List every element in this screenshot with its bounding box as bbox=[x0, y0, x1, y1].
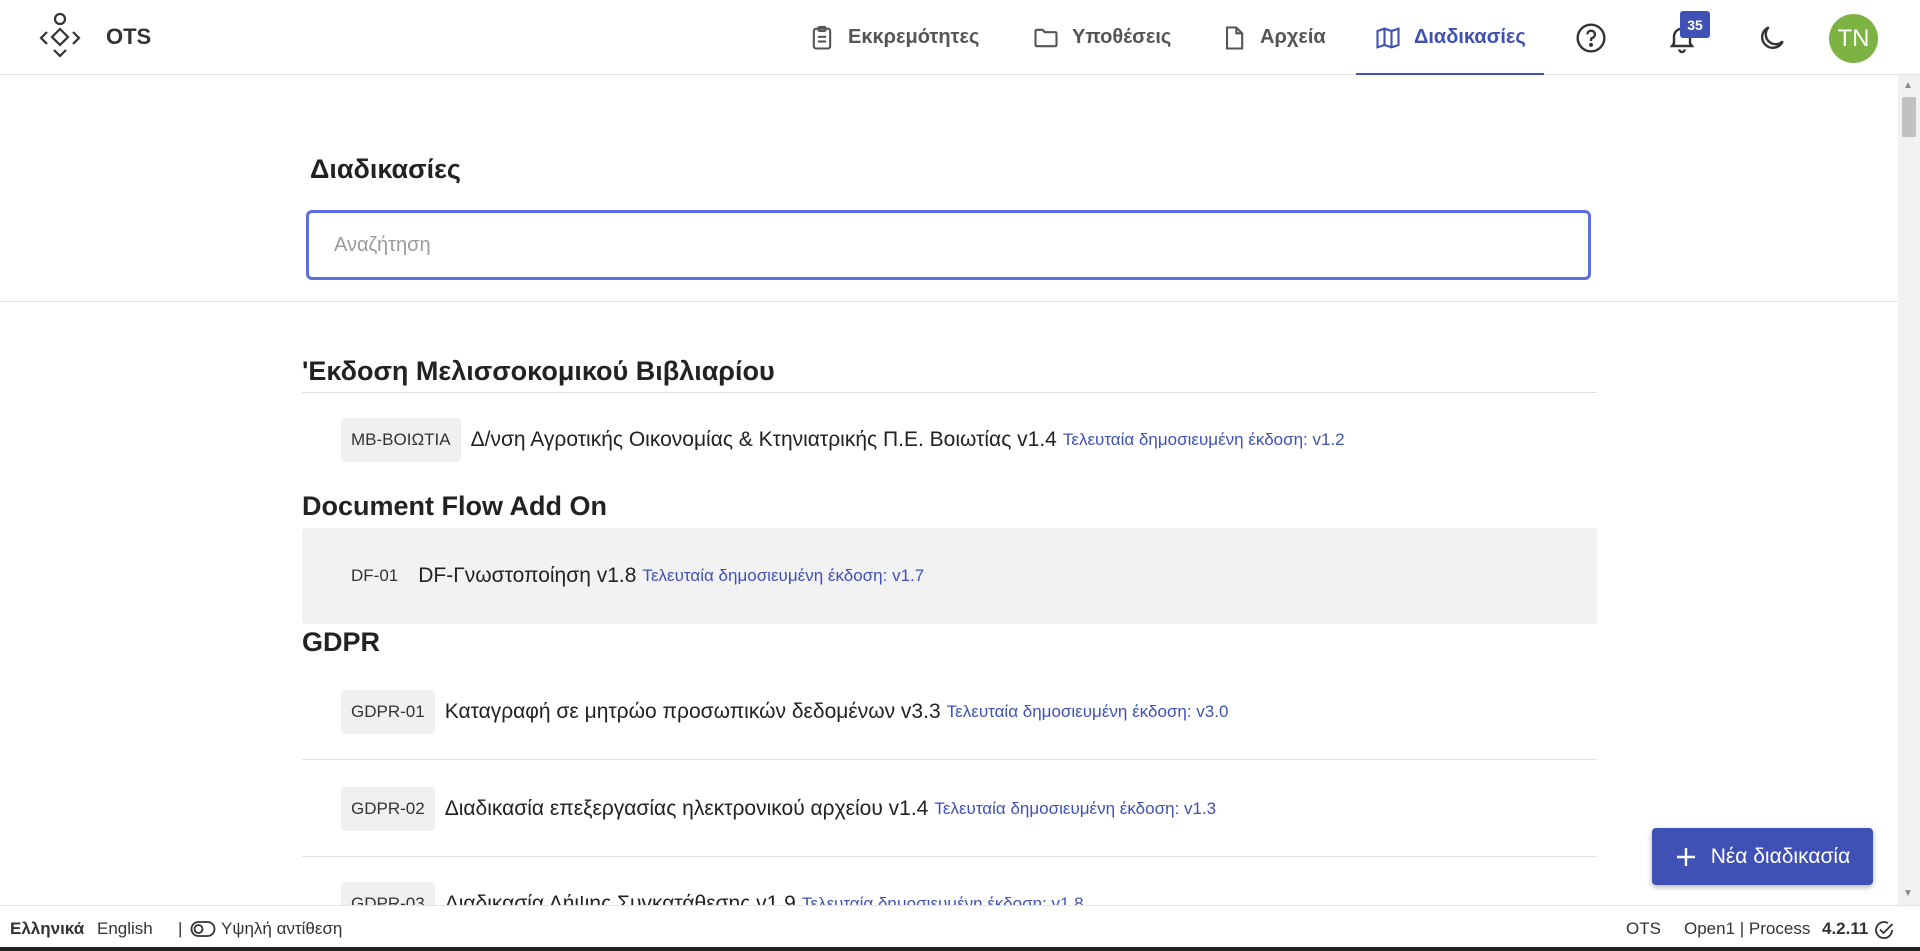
process-code: GDPR-01 bbox=[341, 690, 435, 734]
app-version: 4.2.11 bbox=[1822, 919, 1869, 938]
process-code: ΜΒ-ΒΟΙΩΤΙΑ bbox=[341, 418, 461, 462]
vertical-scrollbar[interactable] bbox=[1898, 75, 1920, 905]
toggle-icon[interactable] bbox=[190, 919, 216, 939]
footer-separator: | bbox=[178, 919, 183, 938]
nav-cases[interactable]: Υποθέσεις bbox=[1032, 0, 1171, 75]
top-header: OTS Εκκρεμότητες Υποθέσεις Αρχεία Διαδικ… bbox=[0, 0, 1920, 75]
nav-files-label: Αρχεία bbox=[1260, 26, 1326, 48]
scroll-up-arrow-icon[interactable]: ▲ bbox=[1903, 80, 1913, 91]
process-name: Δ/νση Αγροτικής Οικονομίας & Κτηνιατρική… bbox=[470, 428, 1057, 451]
footer-product: Open1 | Process bbox=[1684, 919, 1811, 938]
footer-bottom-bar bbox=[0, 947, 1920, 951]
process-row[interactable]: GDPR-02 Διαδικασία επεξεργασίας ηλεκτρον… bbox=[302, 786, 1597, 832]
published-version: Τελευταία δημοσιευμένη έκδοση: v1.7 bbox=[642, 566, 925, 585]
process-row[interactable]: DF-01 DF-Γνωστοποίηση v1.8 Τελευταία δημ… bbox=[302, 528, 1597, 624]
process-name: Καταγραφή σε μητρώο προσωπικών δεδομένων… bbox=[444, 700, 941, 723]
search-divider bbox=[0, 301, 1898, 302]
clipboard-icon bbox=[812, 25, 832, 50]
published-version: Τελευταία δημοσιευμένη έκδοση: v3.0 bbox=[946, 702, 1229, 721]
nav-files[interactable]: Αρχεία bbox=[1220, 0, 1326, 75]
map-icon bbox=[1376, 26, 1400, 49]
folder-icon bbox=[1034, 28, 1058, 47]
nav-cases-label: Υποθέσεις bbox=[1072, 26, 1172, 48]
footer-ots: OTS bbox=[1626, 919, 1661, 938]
new-process-label: Νέα διαδικασία bbox=[1710, 844, 1851, 868]
language-greek[interactable]: Ελληνικά bbox=[10, 919, 84, 939]
plus-icon bbox=[1676, 847, 1695, 866]
row-divider bbox=[302, 759, 1597, 760]
user-avatar[interactable]: TN bbox=[1829, 14, 1878, 63]
group-title: Document Flow Add On bbox=[302, 491, 607, 521]
row-divider bbox=[302, 856, 1597, 857]
group-title: 'Εκδοση Μελισσοκομικού Βιβλιαρίου bbox=[302, 356, 775, 386]
dark-mode-moon-icon[interactable] bbox=[1756, 22, 1788, 54]
nav-processes-label: Διαδικασίες bbox=[1414, 26, 1526, 48]
nav-pending-label: Εκκρεμότητες bbox=[848, 26, 980, 48]
scroll-down-arrow-icon[interactable]: ▼ bbox=[1903, 888, 1913, 899]
page-title: Διαδικασίες bbox=[310, 154, 461, 184]
process-code: GDPR-02 bbox=[341, 787, 435, 831]
notification-badge[interactable]: 35 bbox=[1680, 11, 1710, 38]
language-english[interactable]: English bbox=[97, 919, 153, 939]
process-name: DF-Γνωστοποίηση v1.8 bbox=[418, 564, 637, 587]
group-divider bbox=[302, 392, 1597, 393]
process-row[interactable]: ΜΒ-ΒΟΙΩΤΙΑ Δ/νση Αγροτικής Οικονομίας & … bbox=[302, 417, 1597, 463]
process-code: DF-01 bbox=[351, 566, 399, 585]
nav-pending[interactable]: Εκκρεμότητες bbox=[808, 0, 979, 75]
high-contrast-toggle[interactable]: Υψηλή αντίθεση bbox=[221, 919, 342, 939]
ots-logo-icon[interactable] bbox=[38, 12, 82, 60]
app-name[interactable]: OTS bbox=[106, 24, 151, 50]
new-process-button[interactable]: Νέα διαδικασία bbox=[1652, 828, 1873, 885]
footer: Ελληνικά English | Υψηλή αντίθεση OTS Op… bbox=[0, 905, 1920, 951]
scrollbar-thumb[interactable] bbox=[1902, 97, 1916, 137]
process-name: Διαδικασία επεξεργασίας ηλεκτρονικού αρχ… bbox=[444, 797, 929, 820]
group-title: GDPR bbox=[302, 627, 381, 657]
verified-check-icon bbox=[1875, 921, 1894, 939]
help-icon[interactable] bbox=[1575, 22, 1607, 54]
process-row[interactable]: GDPR-01 Καταγραφή σε μητρώο προσωπικών δ… bbox=[302, 689, 1597, 735]
nav-processes[interactable]: Διαδικασίες bbox=[1356, 0, 1544, 75]
file-icon bbox=[1225, 25, 1244, 50]
published-version: Τελευταία δημοσιευμένη έκδοση: v1.3 bbox=[934, 799, 1217, 818]
published-version: Τελευταία δημοσιευμένη έκδοση: v1.2 bbox=[1062, 430, 1345, 449]
search-input[interactable] bbox=[306, 210, 1591, 280]
